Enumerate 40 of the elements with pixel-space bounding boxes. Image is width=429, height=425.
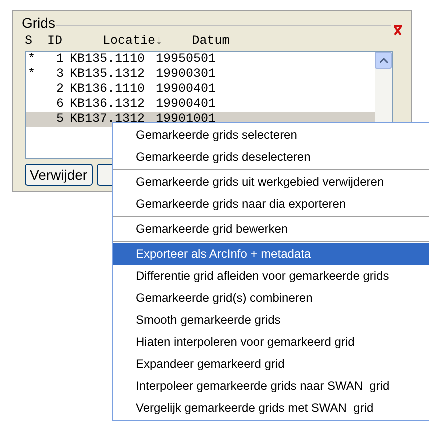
menu-item[interactable]: Gemarkeerde grid bewerken bbox=[113, 218, 429, 240]
date-cell-text: 19950501 bbox=[155, 52, 218, 67]
menu-item[interactable]: Exporteer als ArcInfo + metadata bbox=[113, 243, 429, 265]
status-cell-text: * bbox=[27, 67, 37, 82]
column-header[interactable]: S bbox=[25, 33, 39, 49]
location-cell-text: KB136.1312 bbox=[69, 97, 146, 112]
date-cell-text: 19900401 bbox=[155, 97, 218, 112]
menu-item[interactable]: Gemarkeerde grid(s) combineren bbox=[113, 287, 429, 309]
remove-button[interactable]: Verwijder bbox=[25, 164, 93, 186]
date-cell-text: 19900301 bbox=[155, 67, 218, 82]
id-cell-text: 2 bbox=[55, 82, 64, 97]
grid-row[interactable]: * 3 KB135.1312 19900301 bbox=[26, 67, 375, 82]
scroll-up-button[interactable] bbox=[375, 52, 392, 69]
id-cell-text: 5 bbox=[55, 112, 64, 127]
menu-item[interactable]: Gemarkeerde grids uit werkgebied verwijderen bbox=[113, 171, 429, 193]
location-cell-text: KB135.1312 bbox=[69, 67, 146, 82]
column-header[interactable]: ID bbox=[39, 33, 71, 49]
date-cell-text: 19901001 bbox=[155, 112, 218, 127]
menu-item[interactable]: Smooth gemarkeerde grids bbox=[113, 309, 429, 331]
location-cell-text: KB136.1110 bbox=[69, 82, 146, 97]
id-cell-text: 3 bbox=[55, 67, 64, 82]
menu-item[interactable]: Interpoleer gemarkeerde grids naar SWAN grid bbox=[113, 375, 429, 397]
column-header[interactable]: Datum bbox=[169, 33, 253, 49]
id-cell-text: 6 bbox=[55, 97, 64, 112]
menu-item[interactable]: Expandeer gemarkeerd grid bbox=[113, 353, 429, 375]
date-cell-text: 19900401 bbox=[155, 82, 218, 97]
menu-item[interactable]: Vergelijk gemarkeerde grids met SWAN grid bbox=[113, 397, 429, 419]
grid-row[interactable]: 2 KB136.1110 19900401 bbox=[26, 82, 375, 97]
menu-item[interactable]: Differentie grid afleiden voor gemarkeerde grids bbox=[113, 265, 429, 287]
id-cell-text: 1 bbox=[55, 52, 64, 67]
location-cell-text: KB135.1110 bbox=[69, 52, 146, 67]
caret-up-icon bbox=[380, 58, 388, 63]
location-cell-text: KB137.1312 bbox=[69, 112, 146, 127]
grid-row[interactable]: * 1 KB135.1110 19950501 bbox=[26, 52, 375, 67]
pin-icon[interactable] bbox=[393, 25, 403, 37]
menu-item[interactable]: Gemarkeerde grids naar dia exporteren bbox=[113, 193, 429, 215]
grid-row[interactable]: 6 KB136.1312 19900401 bbox=[26, 97, 375, 112]
menu-item[interactable]: Hiaten interpoleren voor gemarkeerd grid bbox=[113, 331, 429, 353]
status-cell-text: * bbox=[27, 52, 37, 67]
column-header[interactable]: Locatie↓ bbox=[71, 33, 169, 49]
